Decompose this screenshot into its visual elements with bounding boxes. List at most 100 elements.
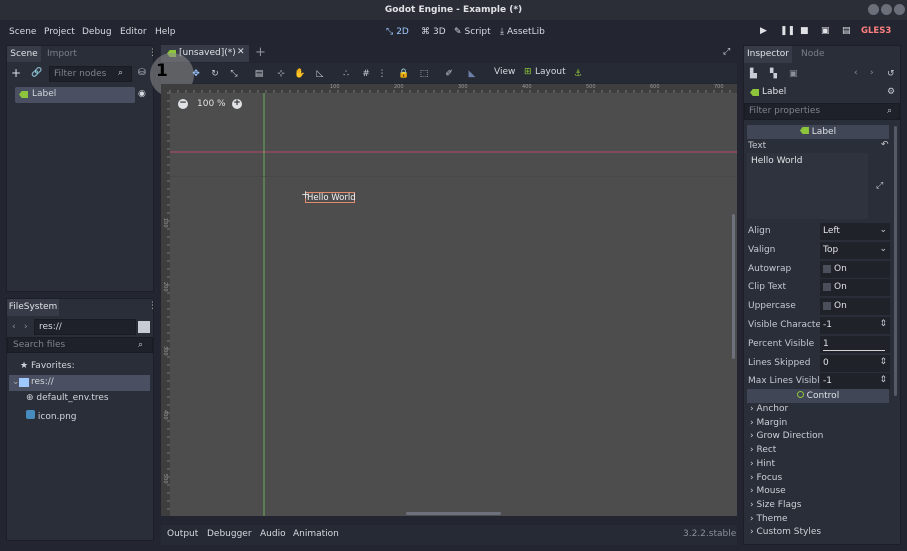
minimize-button[interactable] [868, 4, 879, 15]
ruler-tool-icon[interactable]: ◺ [313, 67, 327, 81]
mode-script-button[interactable]: ✎ Script [454, 20, 491, 44]
menu-help[interactable]: Help [155, 20, 176, 44]
control-group-item[interactable]: › Custom Styles [750, 527, 821, 540]
mode-assetlib-button[interactable]: ⤓ AssetLib [500, 20, 545, 44]
control-group-item[interactable]: › Mouse [750, 486, 786, 499]
expand-text-icon[interactable]: ⤢ [876, 181, 883, 191]
control-group-item[interactable]: › Focus [750, 473, 782, 486]
tab-animation[interactable]: Animation [293, 529, 339, 539]
group-icon[interactable]: ⬚ [417, 67, 431, 81]
filter-properties-input[interactable]: Filter properties [744, 103, 900, 120]
viewport[interactable]: 100 200 300 400 500 600 700 100 200 300 400 500 − … [161, 84, 737, 516]
maximize-button[interactable] [881, 4, 892, 15]
path-field[interactable]: res:// [34, 319, 136, 335]
spinner-arrows-icon[interactable]: ⇕ [879, 319, 887, 329]
folder-res-row[interactable]: ⌄ res:// [9, 375, 150, 391]
distraction-free-icon[interactable]: ⤢ [723, 47, 730, 57]
add-node-icon[interactable]: + [11, 66, 21, 80]
tab-filesystem[interactable]: FileSystem [7, 299, 59, 316]
split-view-icon[interactable] [138, 321, 150, 333]
link-icon[interactable]: 🔗 [31, 68, 42, 78]
skeleton-icon[interactable]: ✐ [442, 67, 456, 81]
vertical-scrollbar[interactable] [732, 214, 735, 359]
control-group-item[interactable]: › Theme [750, 514, 788, 527]
zoom-in-button[interactable]: + [232, 99, 242, 109]
scale-tool-icon[interactable]: ⤡ [227, 67, 241, 81]
tab-node[interactable]: Node [801, 49, 825, 59]
play-custom-icon[interactable]: ▤ [842, 26, 851, 36]
play-scene-icon[interactable]: ▣ [821, 26, 830, 36]
forward-arrow-icon[interactable]: › [24, 322, 28, 332]
snap-options-icon[interactable]: ⋮ [375, 67, 389, 81]
control-group-item[interactable]: › Margin [750, 418, 787, 431]
tab-scene[interactable]: Scene [7, 46, 41, 62]
horizontal-scrollbar[interactable] [406, 512, 501, 515]
property-value-spin[interactable]: -1 ⇕ [820, 317, 890, 334]
control-group-item[interactable]: › Anchor [750, 404, 788, 417]
grid-snap-icon[interactable]: # [359, 67, 373, 81]
anchor-icon[interactable]: ⚓ [571, 67, 585, 81]
property-value-check[interactable]: On [820, 260, 890, 278]
property-value-slider[interactable]: 1 [820, 335, 890, 353]
inspector-scrollbar[interactable] [894, 126, 897, 396]
checkbox-icon[interactable] [823, 302, 831, 311]
layout-menu[interactable]: Layout [535, 67, 566, 77]
smart-snap-icon[interactable]: ∴ [339, 67, 353, 81]
slider-track[interactable] [823, 349, 885, 351]
renderer-dropdown[interactable]: GLES3 [861, 26, 891, 36]
control-group-item[interactable]: › Size Flags [750, 500, 801, 513]
new-tab-icon[interactable]: + [255, 45, 266, 60]
tab-inspector[interactable]: Inspector [744, 46, 792, 63]
pivot-tool-icon[interactable]: ⊹ [274, 67, 288, 81]
dropdown-arrow-icon[interactable]: ⌄ [879, 244, 887, 254]
zoom-out-button[interactable]: − [178, 99, 188, 109]
save-resource-icon[interactable]: ▣ [789, 69, 798, 79]
pan-tool-icon[interactable]: ✋ [293, 67, 307, 81]
menu-editor[interactable]: Editor [120, 20, 147, 44]
tab-audio[interactable]: Audio [260, 529, 286, 539]
rotate-tool-icon[interactable]: ↻ [208, 67, 222, 81]
object-tools-icon[interactable]: ⚙ [887, 87, 895, 97]
open-resource-icon[interactable]: ▚ [770, 69, 777, 79]
back-arrow-icon[interactable]: ‹ [12, 322, 16, 332]
menu-project[interactable]: Project [44, 20, 75, 44]
play-icon[interactable]: ▶ [760, 26, 767, 36]
revert-icon[interactable]: ↶ [881, 140, 889, 150]
visibility-eye-icon[interactable]: ◉ [138, 89, 146, 99]
spinner-arrows-icon[interactable]: ⇕ [879, 375, 887, 385]
mode-3d-button[interactable]: ⌘ 3D [421, 20, 446, 44]
search-files-input[interactable]: Search files [7, 337, 153, 353]
property-value-spin[interactable]: -1 ⇕ [820, 373, 890, 391]
section-control-header[interactable]: Control [747, 389, 889, 403]
new-resource-icon[interactable]: ▙ [750, 69, 757, 79]
control-group-item[interactable]: › Rect [750, 445, 776, 458]
favorites-row[interactable]: ★ Favorites: [20, 361, 75, 371]
dropdown-arrow-icon[interactable]: ⌄ [879, 225, 887, 235]
tree-item-label[interactable]: Label [15, 87, 135, 103]
mode-2d-button[interactable]: ⤡ 2D [386, 20, 409, 44]
control-group-item[interactable]: › Hint [750, 459, 775, 472]
pause-icon[interactable]: ❚❚ [780, 26, 795, 36]
checkbox-icon[interactable] [823, 264, 831, 273]
tab-import[interactable]: Import [47, 46, 77, 62]
view-menu[interactable]: View [494, 67, 515, 77]
fs-menu-icon[interactable]: ⋮ [148, 301, 157, 311]
tab-debugger[interactable]: Debugger [207, 529, 252, 539]
instance-icon[interactable]: ⛁ [138, 68, 146, 78]
history-back-icon[interactable]: ‹ [854, 68, 858, 78]
spinner-arrows-icon[interactable]: ⇕ [879, 357, 887, 367]
history-icon[interactable]: ↺ [887, 69, 895, 79]
property-value-dropdown[interactable]: Top ⌄ [820, 241, 890, 259]
close-button[interactable] [894, 4, 905, 15]
menu-debug[interactable]: Debug [82, 20, 112, 44]
text-value-field[interactable]: Hello World [747, 153, 868, 219]
history-forward-icon[interactable]: › [870, 68, 874, 78]
stop-icon[interactable]: ■ [800, 26, 809, 36]
property-value-check[interactable]: On [820, 298, 890, 316]
file-icon-png[interactable]: icon.png [26, 410, 77, 422]
menu-scene[interactable]: Scene [9, 20, 36, 44]
section-label-header[interactable]: Label [747, 125, 889, 139]
file-default-env[interactable]: ⊕ default_env.tres [26, 393, 109, 403]
control-group-item[interactable]: › Grow Direction [750, 431, 823, 444]
camera-override-icon[interactable]: ◣ [465, 67, 479, 81]
